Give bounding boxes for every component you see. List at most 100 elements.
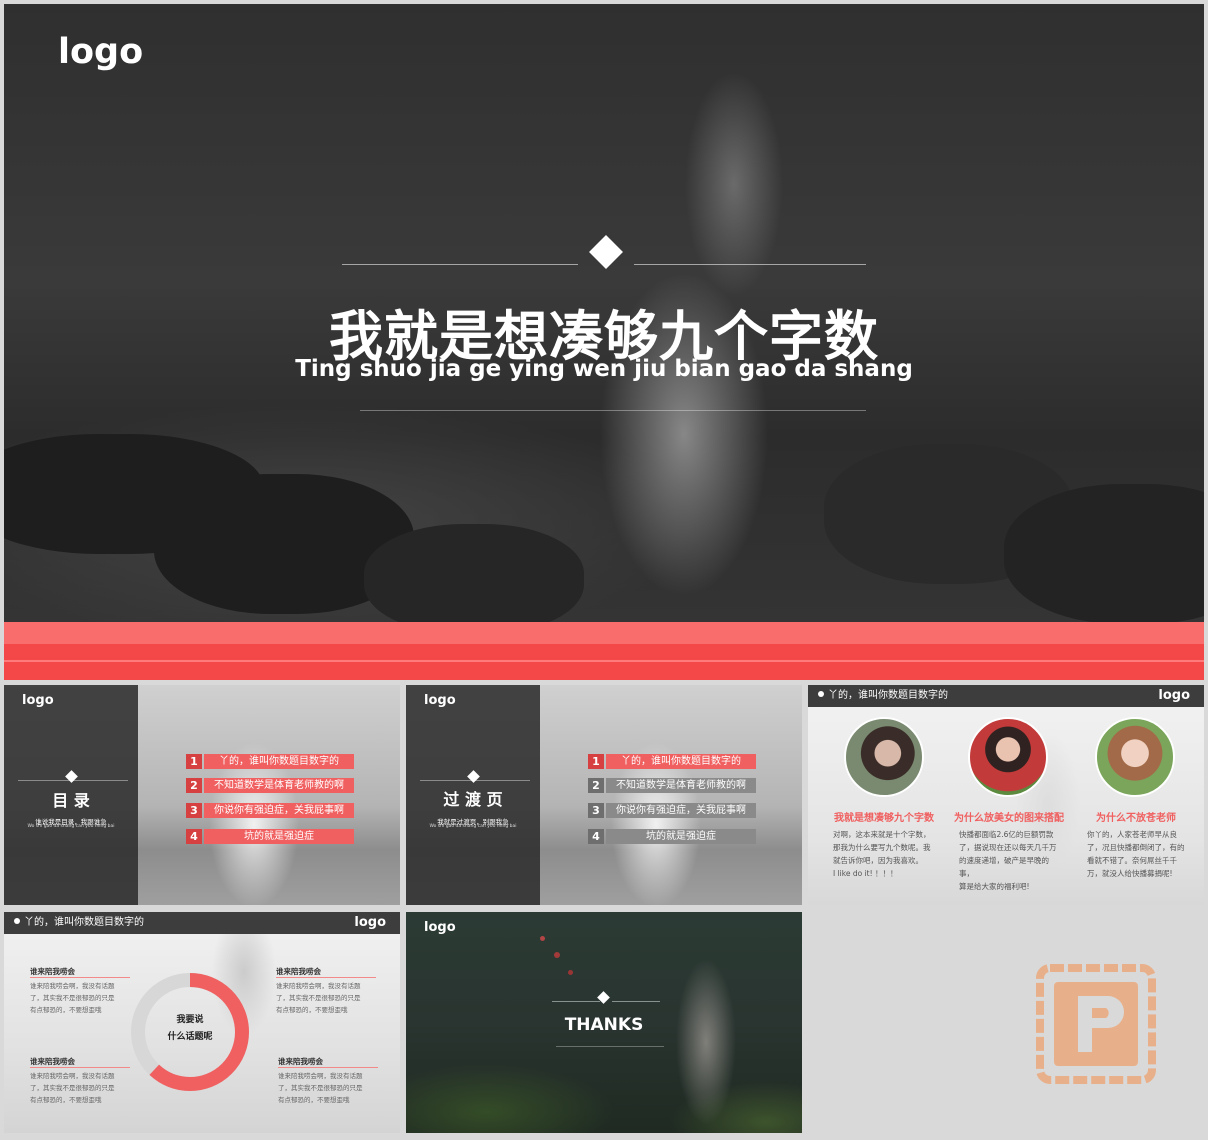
text-line: 了，据说现在还以每天几千万 xyxy=(959,843,1057,852)
item-number: 1 xyxy=(588,754,604,769)
slide-logo: logo xyxy=(354,915,386,930)
divider-right xyxy=(634,264,866,265)
toc-item-label: 你说你有强迫症，关我屁事啊 xyxy=(204,803,354,818)
divider-left xyxy=(552,1001,600,1002)
column-text: 对啊，这本来就是十个字数， 那我为什么要写九个数呢。我 就告诉你吧，因为我喜欢。… xyxy=(833,828,937,880)
thumb-thanks-slide[interactable]: logo THANKS xyxy=(406,912,802,1133)
text-line: 有点郁恐的，不要想歪哦 xyxy=(276,1006,348,1014)
topbar-title: 丫的，谁叫你数题目数字的 xyxy=(828,690,948,701)
text-line: I like do it! ！！！ xyxy=(833,869,898,878)
divider-left xyxy=(342,264,578,265)
item-number: 2 xyxy=(588,778,604,793)
toc-item[interactable]: 1 丫的，谁叫你数题目数字的 xyxy=(186,754,354,769)
block-label: 谁来陪我唠会 xyxy=(30,967,75,976)
toc-item-number: 1 xyxy=(186,754,202,769)
block-divider xyxy=(30,1067,130,1068)
accent-band-dark xyxy=(4,644,1204,680)
text-line: 了，其实我不是很郁恐的只是 xyxy=(276,994,361,1002)
divider-bottom xyxy=(556,1046,664,1047)
item-label: 不知道数学是体育老师教的啊 xyxy=(606,778,756,793)
item-number: 3 xyxy=(588,803,604,818)
avatar-photo xyxy=(1095,717,1175,797)
block-label: 谁来陪我唠会 xyxy=(278,1057,323,1066)
text-line: 快播都面临2.6亿的巨额罚款 xyxy=(959,830,1054,839)
slide-logo: logo xyxy=(1158,688,1190,703)
transition-item[interactable]: 4 坑的就是强迫症 xyxy=(588,829,756,844)
block-label: 谁来陪我唠会 xyxy=(276,967,321,976)
hero-subtitle: Ting shuo jia ge ying wen jiu bian gao d… xyxy=(295,356,913,382)
accent-band-light xyxy=(4,622,1204,644)
toc-item[interactable]: 4 坑的就是强迫症 xyxy=(186,829,354,844)
text-line: 万，就没人给快播募捐呢! xyxy=(1087,869,1173,878)
block-text: 谁来陪我唠会啊，我没有话题 了，其实我不是很郁恐的只是 有点郁恐的，不要想歪哦 xyxy=(30,1070,126,1106)
watermark-stamp-icon xyxy=(1036,964,1156,1084)
rock-shape xyxy=(1004,484,1204,624)
text-line: 有点郁恐的，不要想歪哦 xyxy=(278,1096,350,1104)
slide-topbar: 丫的，谁叫你数题目数字的 logo xyxy=(4,912,400,934)
block-text: 谁来陪我唠会啊，我没有话题 了，其实我不是很郁恐的只是 有点郁恐的，不要想歪哦 xyxy=(30,980,126,1016)
toc-item-label: 不知道数学是体育老师教的啊 xyxy=(204,778,354,793)
item-label: 坑的就是强迫症 xyxy=(606,829,756,844)
transition-caption-en: Wo shi gao da shang can you ming bai xyxy=(429,824,517,829)
thumb-transition-slide[interactable]: logo 过 渡 页 我就是过渡页，别跟我急 Wo shi gao da sha… xyxy=(406,685,802,905)
toc-item-number: 4 xyxy=(186,829,202,844)
ring-center-text: 我要说 什么话题呢 xyxy=(128,1012,252,1046)
toc-heading: 目 录 xyxy=(52,791,90,810)
transition-heading: 过 渡 页 xyxy=(443,790,503,809)
text-line: 了，其实我不是很郁恐的只是 xyxy=(278,1084,363,1092)
block-label: 谁来陪我唠会 xyxy=(30,1057,75,1066)
item-number: 4 xyxy=(588,829,604,844)
toc-caption-en: Wo shi gao da shang can you ming bai xyxy=(27,824,115,829)
flower-dot xyxy=(568,970,573,975)
text-line: 有点郁恐的，不要想歪哦 xyxy=(30,1096,102,1104)
block-text: 谁来陪我唠会啊，我没有话题 了，其实我不是很郁恐的只是 有点郁恐的，不要想歪哦 xyxy=(278,1070,374,1106)
thumb-ring-slide[interactable]: 丫的，谁叫你数题目数字的 logo 我要说 什么话题呢 谁来陪我唠会 谁来陪我唠… xyxy=(4,912,400,1133)
item-label: 丫的，谁叫你数题目数字的 xyxy=(606,754,756,769)
toc-item-number: 3 xyxy=(186,803,202,818)
toc-item-label: 坑的就是强迫症 xyxy=(204,829,354,844)
transition-item[interactable]: 2 不知道数学是体育老师教的啊 xyxy=(588,778,756,793)
text-line: 谁来陪我唠会啊，我没有话题 xyxy=(276,982,361,990)
thumb-toc-slide[interactable]: logo 目 录 谁说我是目录，我跟谁急 Wo shi gao da shang… xyxy=(4,685,400,905)
item-label: 你说你有强迫症，关我屁事啊 xyxy=(606,803,756,818)
text-line: 那我为什么要写九个数呢。我 xyxy=(833,843,931,852)
text-line: 有点郁恐的，不要想歪哦 xyxy=(30,1006,102,1014)
column-text: 你丫的，人家苍老师早从良 了，况且快播都倒闭了，有的 看就不错了。奈何屌丝千千 … xyxy=(1087,828,1191,880)
avatar-photo xyxy=(844,717,924,797)
thanks-text: THANKS xyxy=(564,1015,644,1035)
toc-item-label: 丫的，谁叫你数题目数字的 xyxy=(204,754,354,769)
hero-logo: logo xyxy=(58,32,144,72)
transition-item[interactable]: 3 你说你有强迫症，关我屁事啊 xyxy=(588,803,756,818)
column-text: 快播都面临2.6亿的巨额罚款 了，据说现在还以每天几千万 的速度递增，破产是早晚… xyxy=(959,828,1063,893)
accent-band-stripe xyxy=(4,660,1204,662)
text-line: 了，其实我不是很郁恐的只是 xyxy=(30,1084,115,1092)
text-line: 看就不错了。奈何屌丝千千 xyxy=(1087,856,1177,865)
text-line: 了，况且快播都倒闭了，有的 xyxy=(1087,843,1185,852)
column-title: 为什么放美女的图来搭配 xyxy=(954,813,1064,824)
avatar-photo xyxy=(968,717,1048,797)
toc-item[interactable]: 2 不知道数学是体育老师教的啊 xyxy=(186,778,354,793)
center-line: 什么话题呢 xyxy=(167,1032,213,1042)
text-line: 你丫的，人家苍老师早从良 xyxy=(1087,830,1177,839)
block-divider xyxy=(276,977,376,978)
divider-right xyxy=(612,1001,660,1002)
text-line: 的速度递增，破产是早晚的 xyxy=(959,856,1049,865)
text-line: 了，其实我不是很郁恐的只是 xyxy=(30,994,115,1002)
text-line: 算是给大家的福利吧! xyxy=(959,882,1030,891)
slide-logo: logo xyxy=(22,693,54,708)
flower-dot xyxy=(554,952,560,958)
text-line: 谁来陪我唠会啊，我没有话题 xyxy=(278,1072,363,1080)
text-line: 对啊，这本来就是十个字数， xyxy=(833,830,931,839)
rock-shape xyxy=(364,524,584,634)
column-title: 我就是想凑够九个字数 xyxy=(834,813,934,824)
hero-slide[interactable]: logo 我就是想凑够九个字数 Ting shuo jia ge ying we… xyxy=(4,4,1204,680)
text-line: 谁来陪我唠会啊，我没有话题 xyxy=(30,1072,115,1080)
divider-bottom xyxy=(360,410,866,411)
toc-item[interactable]: 3 你说你有强迫症，关我屁事啊 xyxy=(186,803,354,818)
toc-item-number: 2 xyxy=(186,778,202,793)
slide-topbar: 丫的，谁叫你数题目数字的 logo xyxy=(808,685,1204,707)
thumb-three-column-slide[interactable]: 丫的，谁叫你数题目数字的 logo 我就是想凑够九个字数 为什么放美女的图来搭配… xyxy=(808,685,1204,905)
block-divider xyxy=(278,1067,378,1068)
block-text: 谁来陪我唠会啊，我没有话题 了，其实我不是很郁恐的只是 有点郁恐的，不要想歪哦 xyxy=(276,980,372,1016)
transition-item-active[interactable]: 1 丫的，谁叫你数题目数字的 xyxy=(588,754,756,769)
